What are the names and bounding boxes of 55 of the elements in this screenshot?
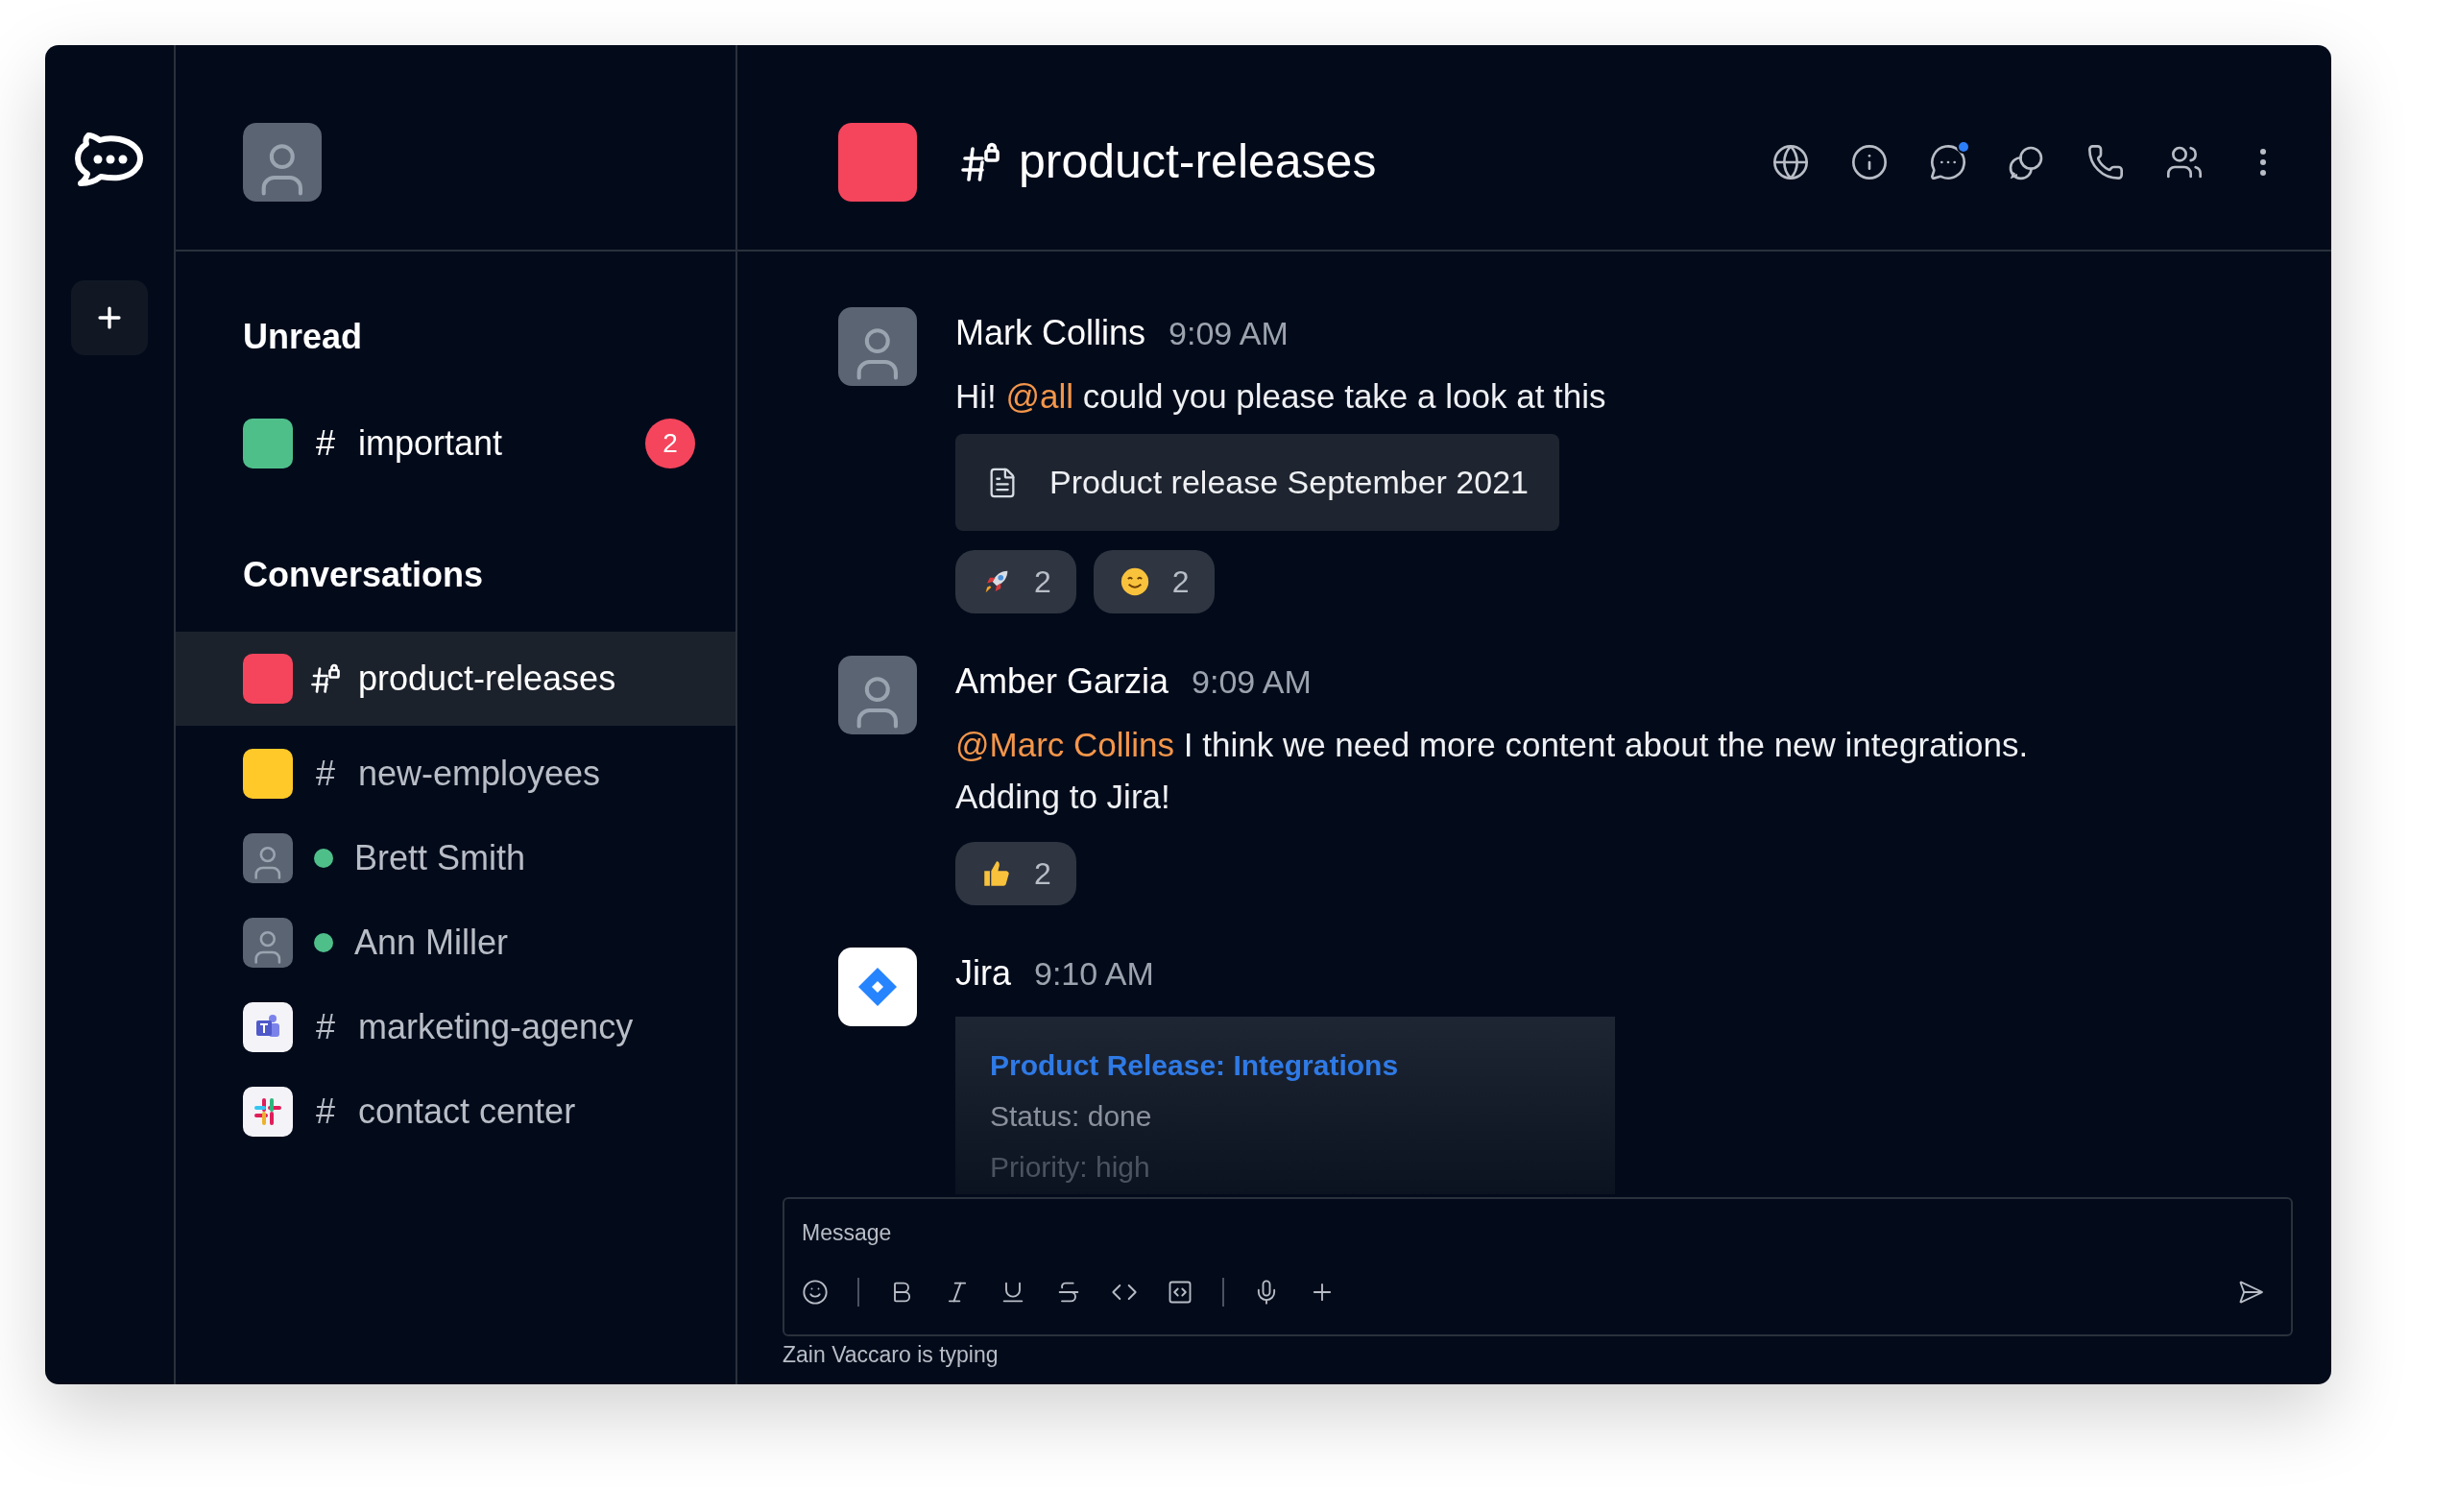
hash-symbol: # xyxy=(315,1006,336,1048)
chat-bubble-icon xyxy=(1929,142,1967,181)
message-composer[interactable]: Message xyxy=(783,1196,2293,1336)
conversation-name: contact center xyxy=(358,1091,576,1133)
hash-symbol: # xyxy=(315,1091,336,1133)
section-title: Unread xyxy=(242,316,364,358)
conversation-name: important xyxy=(358,422,503,465)
sidebar-item[interactable]: # marketing-agency xyxy=(176,985,735,1069)
author-name: Amber Garzia xyxy=(955,660,1169,703)
add-button[interactable] xyxy=(71,280,148,355)
typing-indicator: Zain Vaccaro is typing xyxy=(783,1340,1000,1369)
message-time: 9:09 AM xyxy=(1169,314,1289,353)
message-text: @Marc Collins I think we need more content about the new integrations. Adding to Jira! xyxy=(955,725,2030,817)
unread-count: 2 xyxy=(645,419,695,468)
file-attachment[interactable]: Product release September 2021 xyxy=(955,434,1559,531)
hash-symbol: # xyxy=(315,422,336,465)
hash-symbol: # xyxy=(315,753,336,795)
issue-field: Priority: high xyxy=(990,1145,1580,1188)
globe-icon xyxy=(1771,142,1810,181)
channel-title: product-releases xyxy=(1019,133,1377,190)
author-name: Mark Collins xyxy=(955,312,1146,354)
conversation-name: Ann Miller xyxy=(354,922,509,964)
author-name: Jira xyxy=(955,952,1011,995)
app-logo xyxy=(243,1087,293,1137)
message-time: 9:09 AM xyxy=(1192,662,1312,702)
message-text: Hi! @all could you please take a look at this xyxy=(955,376,1606,417)
chat-logo-icon xyxy=(75,130,144,189)
chat-bubble-button[interactable] xyxy=(1928,141,1968,182)
info-icon xyxy=(1850,142,1889,181)
sidebar-item[interactable]: Brett Smith xyxy=(176,816,735,900)
reaction-chip[interactable]: 2 xyxy=(955,550,1076,613)
user-avatar xyxy=(243,918,293,968)
conversation-name: marketing-agency xyxy=(358,1006,634,1048)
user-avatar xyxy=(243,833,293,883)
section-title: Conversations xyxy=(242,554,485,596)
issue-field: Status: done xyxy=(990,1094,1580,1138)
reaction-chip[interactable]: 2 xyxy=(1093,550,1215,613)
conversation-name: product-releases xyxy=(358,658,616,700)
app-logo xyxy=(243,1002,293,1052)
message-input[interactable]: Message xyxy=(802,1215,2274,1251)
phone-icon xyxy=(2086,142,2125,181)
attachment-name: Product release September 2021 xyxy=(1049,463,1529,502)
sidebar-item[interactable]: # contact center xyxy=(176,1069,735,1154)
sidebar-item[interactable]: # new-employees xyxy=(176,732,735,816)
message-time: 9:10 AM xyxy=(1034,954,1154,994)
conversation-name: new-employees xyxy=(358,753,601,795)
sidebar-item[interactable]: # important 2 xyxy=(176,401,735,486)
more-icon xyxy=(2259,147,2267,177)
sidebar-item[interactable]: Ann Miller xyxy=(176,900,735,985)
emoji-icon[interactable] xyxy=(802,1278,829,1306)
issue-link[interactable]: Product Release: Integrations xyxy=(990,1044,1580,1087)
reaction-chip[interactable]: 2 xyxy=(955,842,1076,905)
conversation-name: Brett Smith xyxy=(354,837,526,879)
hash-lock-icon xyxy=(308,661,343,696)
sidebar-item[interactable]: product-releases xyxy=(176,632,735,726)
